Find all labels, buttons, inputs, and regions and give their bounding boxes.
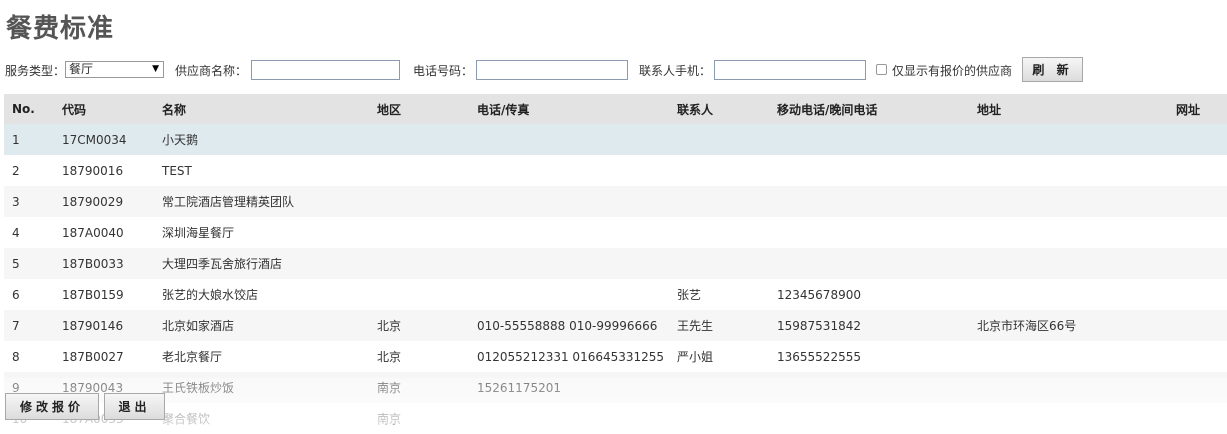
cell-name: 张艺的大娘水饺店 — [162, 288, 259, 302]
col-no[interactable]: No. — [12, 94, 35, 124]
table-row[interactable]: 8 187B0027 老北京餐厅 北京 012055212331 01664533125… — [4, 341, 1227, 372]
cell-contact: 张艺 — [677, 288, 702, 302]
cell-phone: 15261175201 — [477, 380, 561, 395]
only-quoted-label: 仅显示有报价的供应商 — [892, 63, 1013, 78]
table-row[interactable]: 9 18790043 王氏铁板炒饭 南京 15261175201 — [4, 372, 1227, 403]
exit-button[interactable]: 退出 — [104, 393, 165, 420]
cell-region: 南京 — [377, 381, 402, 395]
table-row[interactable]: 2 18790016 TEST — [4, 155, 1227, 186]
cell-name: 王氏铁板炒饭 — [162, 381, 235, 395]
cell-code: 18790146 — [62, 318, 124, 333]
cell-name: TEST — [162, 163, 192, 178]
modify-quote-button[interactable]: 修改报价 — [5, 393, 99, 420]
cell-code: 187B0027 — [62, 349, 124, 364]
page-title: 餐费标准 — [6, 14, 115, 44]
cell-name: 老北京餐厅 — [162, 350, 223, 364]
table-row[interactable]: 3 18790029 常工院酒店管理精英团队 — [4, 186, 1227, 217]
col-mobile[interactable]: 移动电话/晚间电话 — [777, 94, 877, 124]
cell-no: 4 — [12, 225, 20, 240]
phone-label: 电话号码： — [413, 63, 474, 78]
cell-region: 北京 — [377, 350, 402, 364]
cell-name: 小天鹅 — [162, 133, 199, 147]
cell-no: 2 — [12, 163, 20, 178]
table-body: 1 17CM0034 小天鹅 2 18790016 TEST 3 18790029 常工院酒店管… — [4, 124, 1227, 434]
cell-code: 18790029 — [62, 194, 124, 209]
cell-mobile: 15987531842 — [777, 318, 861, 333]
cell-mobile: 13655522555 — [777, 349, 861, 364]
cell-contact: 王先生 — [677, 319, 714, 333]
table-row[interactable]: 6 187B0159 张艺的大娘水饺店 张艺 12345678900 — [4, 279, 1227, 310]
col-address[interactable]: 地址 — [977, 94, 1001, 124]
phone-input[interactable] — [476, 60, 628, 80]
cell-phone: 012055212331 016645331255 — [477, 349, 665, 364]
service-type-select[interactable]: 餐厅 ▼ — [65, 61, 164, 78]
cell-code: 187B0033 — [62, 256, 124, 271]
cell-phone: 010-55558888 010-99996666 — [477, 318, 658, 333]
service-type-value: 餐厅 — [69, 62, 94, 76]
col-name[interactable]: 名称 — [162, 94, 186, 124]
cell-region: 南京 — [377, 412, 402, 426]
supplier-table: No. 代码 名称 地区 电话/传真 联系人 移动电话/晚间电话 地址 网址 1… — [4, 94, 1227, 434]
cell-mobile: 12345678900 — [777, 287, 861, 302]
cell-name: 常工院酒店管理精英团队 — [162, 195, 295, 209]
cell-region: 北京 — [377, 319, 402, 333]
col-region[interactable]: 地区 — [377, 94, 401, 124]
table-row[interactable]: 10187A0033聚合餐饮南京 — [4, 403, 1227, 434]
col-phone[interactable]: 电话/传真 — [477, 94, 529, 124]
table-row[interactable]: 1 17CM0034 小天鹅 — [4, 124, 1227, 155]
cell-code: 17CM0034 — [62, 132, 127, 147]
table-row[interactable]: 7 18790146 北京如家酒店 北京 010-55558888 010-999966… — [4, 310, 1227, 341]
filter-toolbar: 服务类型： 餐厅 ▼ 供应商名称： 电话号码： 联系人手机： 仅显示有报价的供应… — [0, 57, 1227, 82]
table-row[interactable]: 5 187B0033 大理四季瓦舍旅行酒店 — [4, 248, 1227, 279]
cell-name: 深圳海星餐厅 — [162, 226, 235, 240]
service-type-label: 服务类型： — [5, 63, 66, 78]
cell-address: 北京市环海区66号 — [977, 319, 1077, 333]
col-code[interactable]: 代码 — [62, 94, 86, 124]
refresh-button[interactable]: 刷 新 — [1022, 57, 1083, 82]
cell-name: 北京如家酒店 — [162, 319, 235, 333]
supplier-name-input[interactable] — [251, 60, 400, 80]
cell-name: 大理四季瓦舍旅行酒店 — [162, 257, 283, 271]
cell-no: 7 — [12, 318, 20, 333]
supplier-name-label: 供应商名称： — [175, 63, 248, 78]
cell-contact: 严小姐 — [677, 350, 714, 364]
contact-mobile-label: 联系人手机： — [639, 63, 712, 78]
cell-code: 18790016 — [62, 163, 124, 178]
col-contact[interactable]: 联系人 — [677, 94, 713, 124]
cell-no: 6 — [12, 287, 20, 302]
cell-code: 187A0040 — [62, 225, 124, 240]
only-quoted-checkbox[interactable] — [876, 64, 887, 75]
table-header: No. 代码 名称 地区 电话/传真 联系人 移动电话/晚间电话 地址 网址 — [4, 94, 1227, 124]
cell-no: 5 — [12, 256, 20, 271]
chevron-down-icon: ▼ — [152, 64, 159, 74]
cell-no: 1 — [12, 132, 20, 147]
cell-no: 3 — [12, 194, 20, 209]
cell-name: 聚合餐饮 — [162, 412, 211, 426]
table-row[interactable]: 4 187A0040 深圳海星餐厅 — [4, 217, 1227, 248]
col-website[interactable]: 网址 — [1176, 94, 1200, 124]
cell-code: 187B0159 — [62, 287, 124, 302]
contact-mobile-input[interactable] — [714, 60, 866, 80]
cell-no: 8 — [12, 349, 20, 364]
